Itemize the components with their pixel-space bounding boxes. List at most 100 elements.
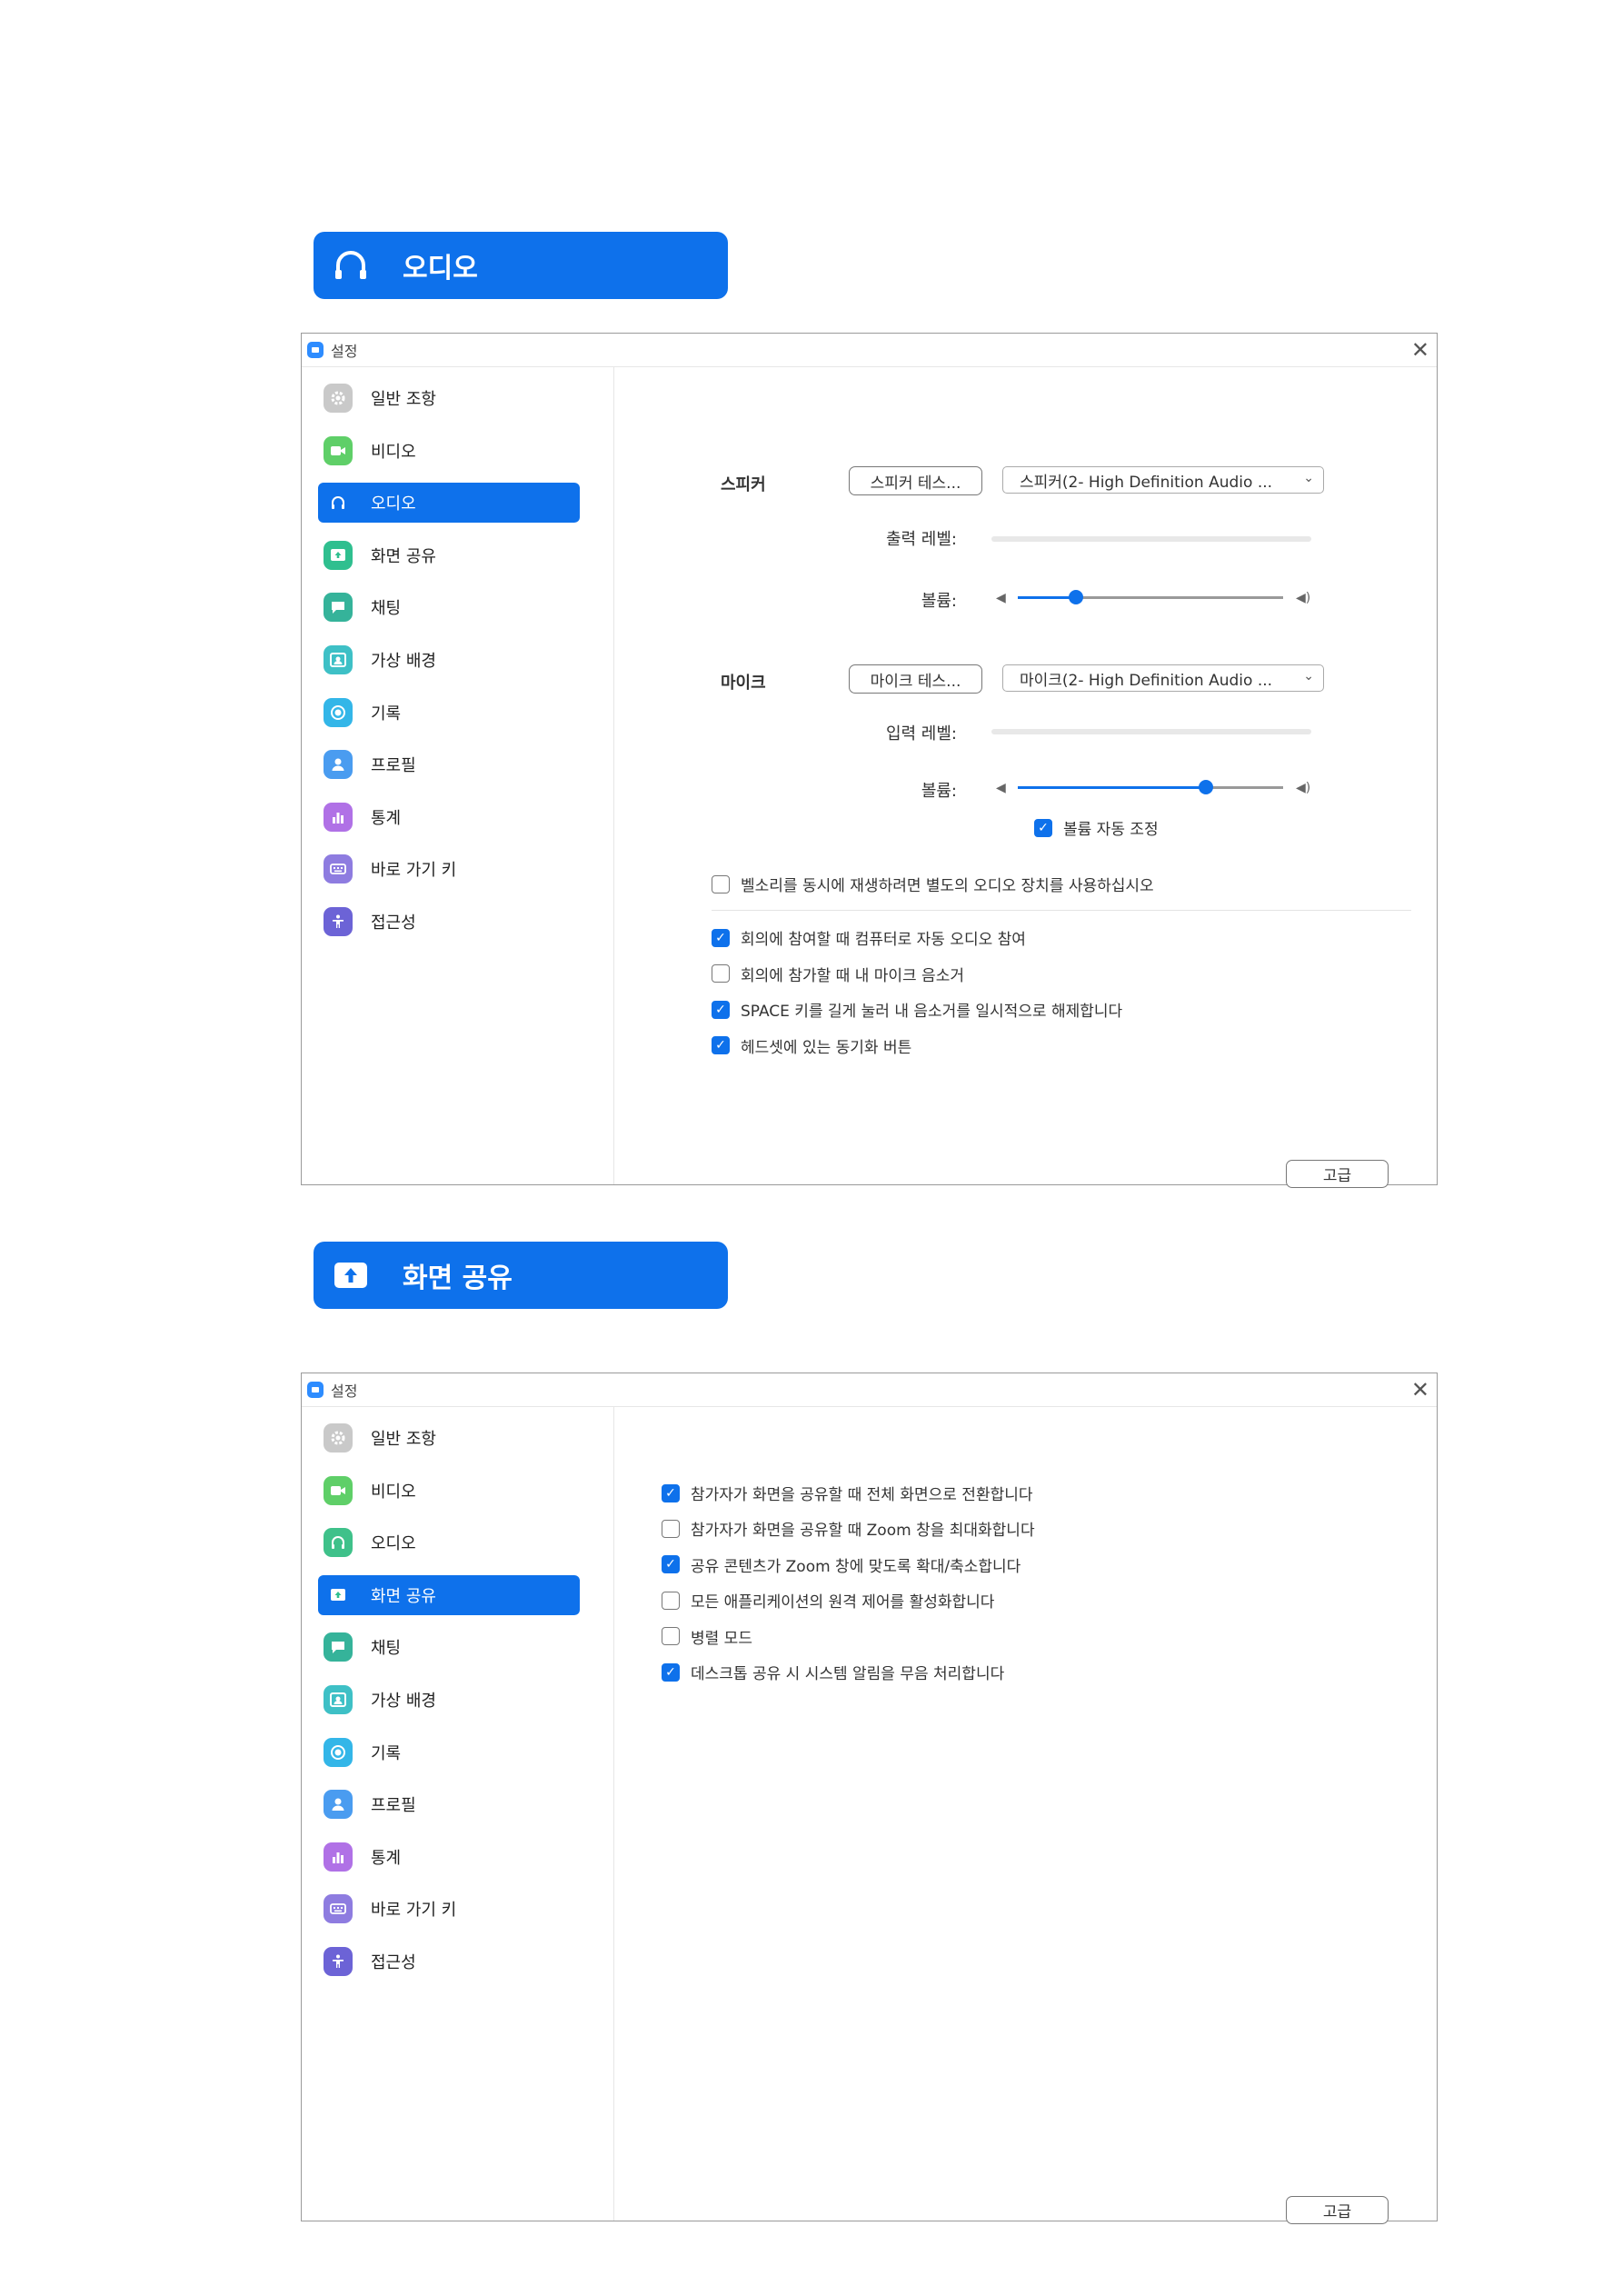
sidebar-item[interactable]: 가상 배경 (318, 1680, 580, 1720)
profile-icon (324, 750, 353, 780)
auto-adjust-volume-option[interactable]: ✓ 볼륨 자동 조정 (1034, 816, 1159, 839)
sidebar-item-label: 일반 조항 (371, 390, 436, 409)
sidebar-item[interactable]: 화면 공유 (318, 535, 580, 575)
zoom-app-icon (307, 1382, 324, 1398)
option-row[interactable]: 참가자가 화면을 공유할 때 Zoom 창을 최대화합니다 (662, 1517, 1035, 1540)
option-row[interactable]: ✓ SPACE 키를 길게 눌러 내 음소거를 일시적으로 해제합니다 (712, 998, 1122, 1021)
sidebar-item[interactable]: 오디오 (318, 1522, 580, 1562)
advanced-button[interactable]: 고급 (1286, 2196, 1389, 2224)
ringtone-device-option[interactable]: 벨소리를 동시에 재생하려면 별도의 오디오 장치를 사용하십시오 (712, 873, 1154, 895)
sidebar-item-label: 통계 (371, 1848, 402, 1868)
slider-thumb[interactable] (1069, 590, 1084, 604)
close-icon[interactable]: ✕ (1411, 1377, 1429, 1403)
option-row[interactable]: ✓ 공유 콘텐츠가 Zoom 창에 맞도록 확대/축소합니다 (662, 1553, 1021, 1576)
mic-test-button[interactable]: 마이크 테스... (849, 664, 982, 694)
advanced-button[interactable]: 고급 (1286, 1160, 1389, 1188)
chevron-down-icon: ⌄ (1303, 669, 1314, 684)
sidebar-item[interactable]: 접근성 (318, 902, 580, 942)
checkbox[interactable]: ✓ (712, 1000, 730, 1019)
option-label: 공유 콘텐츠가 Zoom 창에 맞도록 확대/축소합니다 (691, 1557, 1021, 1576)
headphones-icon (324, 488, 353, 517)
audio-banner-title: 오디오 (403, 253, 478, 285)
sidebar-item[interactable]: 오디오 (318, 483, 580, 524)
sidebar-item-label: 채팅 (371, 599, 402, 619)
checkbox[interactable]: ✓ (662, 1483, 680, 1502)
speaker-label: 스피커 (721, 475, 766, 494)
sidebar-item-label: 바로 가기 키 (371, 861, 457, 881)
option-label: 헤드셋에 있는 동기화 버튼 (741, 1038, 912, 1057)
sidebar-item[interactable]: 기록 (318, 1732, 580, 1772)
option-row[interactable]: ✓ 참가자가 화면을 공유할 때 전체 화면으로 전환합니다 (662, 1482, 1033, 1504)
input-level-meter (991, 729, 1311, 734)
sidebar-item[interactable]: 채팅 (318, 1627, 580, 1667)
checkbox[interactable]: ✓ (712, 928, 730, 947)
sidebar-item[interactable]: 기록 (318, 693, 580, 733)
video-icon (324, 435, 353, 465)
checkbox[interactable] (712, 874, 730, 893)
sidebar-item-label: 일반 조항 (371, 1430, 436, 1449)
sidebar-item[interactable]: 바로 가기 키 (318, 1889, 580, 1929)
window-title: 설정 (331, 1383, 358, 1400)
option-label: 회의에 참가할 때 내 마이크 음소거 (741, 966, 964, 985)
mic-label: 마이크 (721, 674, 766, 693)
zoom-app-icon (307, 342, 324, 358)
accessibility-icon (324, 907, 353, 936)
sidebar-item[interactable]: 통계 (318, 1837, 580, 1877)
mic-volume-slider[interactable] (1018, 779, 1283, 797)
option-row[interactable]: ✓ 헤드셋에 있는 동기화 버튼 (712, 1034, 911, 1057)
sidebar-item[interactable]: 일반 조항 (318, 378, 580, 418)
speaker-test-button[interactable]: 스피커 테스... (849, 466, 982, 495)
checkbox[interactable] (712, 964, 730, 983)
sidebar-item[interactable]: 프로필 (318, 1784, 580, 1824)
headphones-icon (328, 243, 373, 288)
option-label: 회의에 참여할 때 컴퓨터로 자동 오디오 참여 (741, 931, 1026, 949)
sidebar-item[interactable]: 일반 조항 (318, 1418, 580, 1458)
speaker-device-select[interactable]: 스피커(2- High Definition Audio ... ⌄ (1002, 466, 1324, 494)
option-label: 참가자가 화면을 공유할 때 Zoom 창을 최대화합니다 (691, 1522, 1035, 1541)
option-label: 데스크톱 공유 시 시스템 알림을 무음 처리합니다 (691, 1665, 1005, 1683)
share-section-banner: 화면 공유 (314, 1242, 728, 1309)
checkbox[interactable] (662, 1591, 680, 1610)
option-label: SPACE 키를 길게 눌러 내 음소거를 일시적으로 해제합니다 (741, 1003, 1123, 1021)
settings-sidebar: 일반 조항비디오오디오화면 공유채팅가상 배경기록프로필통계바로 가기 키접근성 (302, 367, 614, 1184)
sidebar-item[interactable]: 채팅 (318, 587, 580, 627)
settings-window-share: 설정 ✕ 일반 조항비디오오디오화면 공유채팅가상 배경기록프로필통계바로 가기… (301, 1373, 1438, 2224)
option-row[interactable]: 모든 애플리케이션의 원격 제어를 활성화합니다 (662, 1589, 994, 1612)
sidebar-item[interactable]: 프로필 (318, 744, 580, 784)
sidebar-item[interactable]: 가상 배경 (318, 640, 580, 680)
sidebar-item-label: 기록 (371, 704, 402, 724)
checkbox[interactable]: ✓ (712, 1036, 730, 1054)
mic-device-select[interactable]: 마이크(2- High Definition Audio ... ⌄ (1002, 664, 1324, 692)
option-row[interactable]: 병렬 모드 (662, 1625, 752, 1648)
checkbox[interactable] (662, 1519, 680, 1538)
checkbox[interactable]: ✓ (662, 1555, 680, 1574)
chat-icon (324, 1632, 353, 1662)
sidebar-item-label: 오디오 (371, 494, 416, 514)
option-row[interactable]: 회의에 참가할 때 내 마이크 음소거 (712, 963, 964, 985)
sidebar-item[interactable]: 통계 (318, 797, 580, 837)
sidebar-item[interactable]: 비디오 (318, 1471, 580, 1511)
option-row[interactable]: ✓ 회의에 참여할 때 컴퓨터로 자동 오디오 참여 (712, 926, 1026, 949)
sidebar-item[interactable]: 접근성 (318, 1942, 580, 1982)
option-label: 병렬 모드 (691, 1629, 752, 1648)
sidebar-item[interactable]: 비디오 (318, 431, 580, 471)
keyboard-icon (324, 1894, 353, 1924)
keyboard-icon (324, 854, 353, 884)
close-icon[interactable]: ✕ (1411, 337, 1429, 363)
volume-low-icon: ◀ (996, 781, 1006, 795)
input-level-label: 입력 레벨: (885, 724, 957, 744)
sidebar-item-label: 통계 (371, 808, 402, 828)
checkbox[interactable] (662, 1627, 680, 1646)
sidebar-item-label: 비디오 (371, 442, 416, 462)
sidebar-item[interactable]: 화면 공유 (318, 1574, 580, 1615)
option-row[interactable]: ✓ 데스크톱 공유 시 시스템 알림을 무음 처리합니다 (662, 1661, 1004, 1683)
settings-window-audio: 설정 ✕ 일반 조항 비디오 오디오 화면 공유 채팅 가상 배경 기록 프로필 통계 바로 가기… (301, 333, 1438, 1188)
checkbox[interactable]: ✓ (1034, 818, 1052, 837)
checkbox[interactable]: ✓ (662, 1662, 680, 1682)
chevron-down-icon: ⌄ (1303, 471, 1314, 485)
speaker-volume-slider[interactable] (1018, 589, 1283, 607)
sidebar-item-label: 프로필 (371, 1796, 416, 1816)
slider-thumb[interactable] (1199, 780, 1214, 794)
sidebar-item-label: 가상 배경 (371, 652, 436, 671)
sidebar-item[interactable]: 바로 가기 키 (318, 849, 580, 889)
